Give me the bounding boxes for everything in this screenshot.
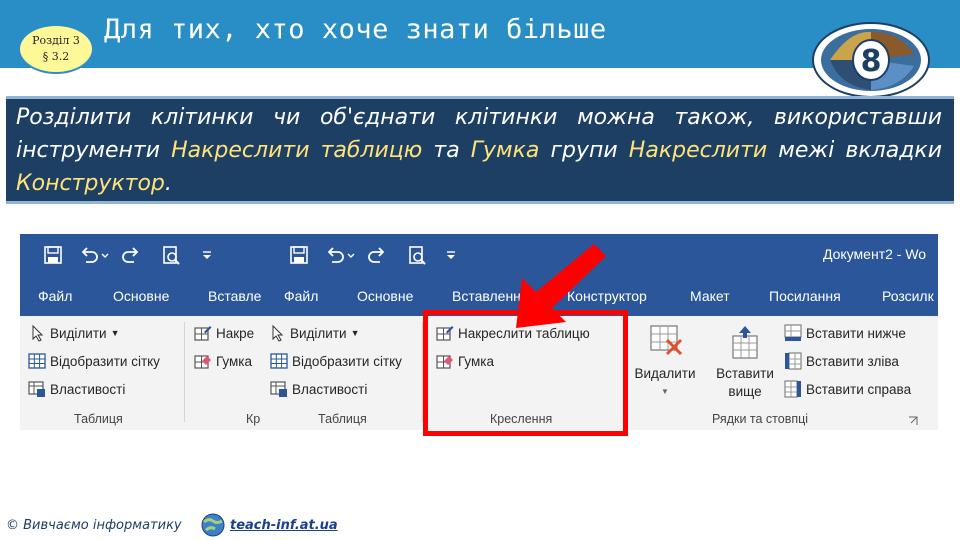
copyright-text: © Вивчаємо інформатику xyxy=(6,518,182,533)
redo-icon[interactable] xyxy=(120,244,142,266)
grade-logo: 8 xyxy=(812,22,930,98)
select-button[interactable]: Виділити ▼ xyxy=(270,322,360,344)
insert-below-button[interactable]: Вставити нижче xyxy=(784,322,906,344)
quick-access-toolbar: Документ2 - Wo xyxy=(20,234,938,276)
insert-above-button[interactable]: Вставити вище xyxy=(710,324,780,401)
select-label: Виділити xyxy=(50,325,107,341)
highlight-design-tab: Конструктор xyxy=(16,171,165,196)
properties-button[interactable]: Властивості xyxy=(270,378,367,400)
select-label: Виділити xyxy=(290,325,347,341)
chevron-down-icon[interactable] xyxy=(100,244,110,266)
tab-insert[interactable]: Вставле xyxy=(208,288,261,304)
explanation-text: Розділити клітинки чи об'єднати клітинки… xyxy=(6,96,954,204)
table-properties-icon xyxy=(270,381,287,397)
insert-left-label: Вставити зліва xyxy=(806,353,899,369)
group-label-table: Таблиця xyxy=(318,412,367,426)
view-gridlines-button[interactable]: Відобразити сітку xyxy=(28,350,160,372)
highlight-draw-table: Накреслити таблицю xyxy=(171,138,423,163)
website-link[interactable]: teach-inf.at.ua xyxy=(230,518,338,533)
group-label-table: Таблиця xyxy=(74,412,123,426)
redo-icon[interactable] xyxy=(366,244,388,266)
grid-icon xyxy=(28,353,46,369)
insert-above-label-1: Вставити xyxy=(716,366,774,381)
insert-above-label-2: вище xyxy=(728,384,762,399)
insert-left-icon xyxy=(785,352,802,370)
table-properties-icon xyxy=(28,381,45,397)
dropdown-caret-icon: ▼ xyxy=(661,387,669,396)
pointer-icon xyxy=(32,324,44,342)
insert-left-button[interactable]: Вставити зліва xyxy=(784,350,899,372)
view-gridlines-button[interactable]: Відобразити сітку xyxy=(270,350,402,372)
draw-table-button[interactable]: Накре xyxy=(194,322,254,344)
slide-title: Для тих, хто хоче знати більше xyxy=(104,14,607,45)
explanation-part: групи xyxy=(539,138,629,163)
grade-number: 8 xyxy=(861,44,882,79)
insert-below-icon xyxy=(784,324,802,341)
insert-below-label: Вставити нижче xyxy=(806,325,906,341)
properties-label: Властивості xyxy=(292,381,368,397)
customize-qat-icon[interactable] xyxy=(444,244,458,266)
print-preview-icon[interactable] xyxy=(406,244,428,266)
eraser-button[interactable]: Гумка xyxy=(194,350,252,372)
tab-file[interactable]: Файл xyxy=(284,288,318,304)
tab-file[interactable]: Файл xyxy=(38,288,72,304)
gridlines-label: Відобразити сітку xyxy=(50,353,160,369)
draw-table-label: Накре xyxy=(216,325,255,341)
section-badge-paragraph: § 3.2 xyxy=(42,50,70,63)
explanation-part: та xyxy=(422,138,471,163)
section-badge-chapter: Розділ 3 xyxy=(32,34,80,47)
highlight-eraser: Гумка xyxy=(470,138,540,163)
tab-home[interactable]: Основне xyxy=(357,288,413,304)
gridlines-label: Відобразити сітку xyxy=(292,353,402,369)
save-icon[interactable] xyxy=(288,244,310,266)
delete-button[interactable]: Видалити ▼ xyxy=(630,324,700,401)
tab-home[interactable]: Основне xyxy=(113,288,169,304)
insert-right-button[interactable]: Вставити справа xyxy=(784,378,911,400)
chevron-down-icon[interactable] xyxy=(346,244,356,266)
dropdown-caret-icon: ▼ xyxy=(350,328,360,338)
group-label-draw-cropped: Кр xyxy=(246,412,261,426)
explanation-part: . xyxy=(164,171,172,196)
delete-table-icon xyxy=(650,325,683,356)
customize-qat-icon[interactable] xyxy=(200,244,214,266)
save-icon[interactable] xyxy=(42,244,64,266)
eraser-label: Гумка xyxy=(216,353,252,369)
globe-icon xyxy=(201,513,225,537)
group-separator xyxy=(184,322,185,422)
explanation-part: межі вкладки xyxy=(767,138,942,163)
undo-icon[interactable] xyxy=(324,244,346,266)
tab-layout[interactable]: Макет xyxy=(690,288,730,304)
tab-mailings[interactable]: Розсилк xyxy=(882,288,934,304)
delete-label: Видалити xyxy=(634,366,696,381)
properties-label: Властивості xyxy=(50,381,126,397)
pencil-table-icon xyxy=(194,326,212,341)
tab-references[interactable]: Посилання xyxy=(769,288,841,304)
insert-right-icon xyxy=(784,380,801,398)
grid-icon xyxy=(270,353,288,369)
select-button[interactable]: Виділити ▼ xyxy=(30,322,120,344)
pointer-icon xyxy=(272,324,284,342)
dialog-launcher-icon[interactable] xyxy=(908,416,918,426)
insert-above-icon xyxy=(732,326,758,359)
red-arrow-icon xyxy=(516,244,606,328)
group-label-rows-columns: Рядки та стовпці xyxy=(712,412,809,426)
section-badge: Розділ 3 § 3.2 xyxy=(18,24,94,74)
document-title: Документ2 - Wo xyxy=(823,246,927,262)
highlight-draw-group: Накреслити xyxy=(628,138,768,163)
insert-right-label: Вставити справа xyxy=(806,381,912,397)
print-preview-icon[interactable] xyxy=(160,244,182,266)
properties-button[interactable]: Властивості xyxy=(28,378,125,400)
dropdown-caret-icon: ▼ xyxy=(110,328,120,338)
eraser-icon xyxy=(194,355,211,369)
undo-icon[interactable] xyxy=(78,244,100,266)
